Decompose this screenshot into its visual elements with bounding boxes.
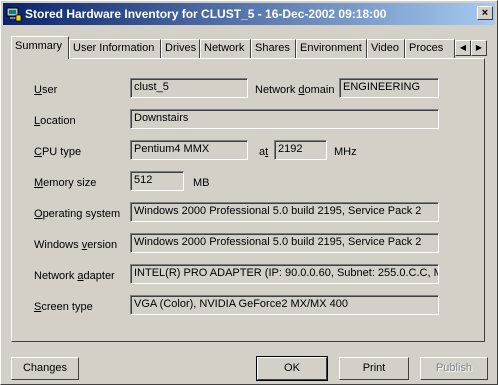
user-field[interactable]: clust_5 <box>130 78 248 98</box>
screen-type-label: Screen type <box>34 301 93 313</box>
changes-button[interactable]: Changes <box>11 357 79 380</box>
tab-video[interactable]: Video <box>367 39 405 58</box>
location-label: Location <box>34 115 76 127</box>
tab-strip: Summary User Information Drives Network … <box>11 34 489 59</box>
cpu-type-field[interactable]: Pentium4 MMX <box>130 140 248 160</box>
windows-version-label: Windows version <box>34 239 118 251</box>
tab-network[interactable]: Network <box>200 39 251 58</box>
tab-processor[interactable]: Proces <box>405 39 455 58</box>
screen-type-field[interactable]: VGA (Color), NVIDIA GeForce2 MX/MX 400 <box>130 295 439 315</box>
tab-environment[interactable]: Environment <box>296 39 367 58</box>
cpu-type-label: CPU type <box>34 146 82 158</box>
tab-drives[interactable]: Drives <box>161 39 200 58</box>
memory-size-label: Memory size <box>34 177 97 189</box>
inventory-window: Stored Hardware Inventory for CLUST_5 - … <box>0 0 498 385</box>
network-adapter-field[interactable]: INTEL(R) PRO ADAPTER (IP: 90.0.0.60, Sub… <box>130 264 439 284</box>
operating-system-label: Operating system <box>34 208 121 220</box>
title-bar[interactable]: Stored Hardware Inventory for CLUST_5 - … <box>3 3 495 25</box>
ok-button[interactable]: OK <box>256 356 328 381</box>
window-title: Stored Hardware Inventory for CLUST_5 - … <box>25 7 387 21</box>
user-label: User <box>34 84 58 96</box>
tab-scroll-right-button[interactable]: ▶ <box>471 40 487 56</box>
close-button[interactable]: × <box>477 6 493 20</box>
cpu-unit-label: MHz <box>334 146 357 158</box>
tab-summary[interactable]: Summary <box>11 36 69 59</box>
network-domain-label: Network domain <box>255 84 335 96</box>
computer-icon <box>6 7 22 22</box>
tab-scroll-left-button[interactable]: ◀ <box>455 40 471 56</box>
operating-system-field[interactable]: Windows 2000 Professional 5.0 build 2195… <box>130 202 439 222</box>
memory-unit-label: MB <box>193 177 210 189</box>
print-button[interactable]: Print <box>339 357 409 380</box>
tab-user-information[interactable]: User Information <box>69 39 161 58</box>
cpu-at-label: at <box>259 146 269 158</box>
location-field[interactable]: Downstairs <box>130 109 439 129</box>
memory-size-field[interactable]: 512 <box>130 171 184 191</box>
network-adapter-label: Network adapter <box>34 270 115 282</box>
windows-version-field[interactable]: Windows 2000 Professional 5.0 build 2195… <box>130 233 439 253</box>
publish-button[interactable]: Publish <box>420 357 488 380</box>
cpu-speed-field[interactable]: 2192 <box>274 140 327 160</box>
network-domain-field[interactable]: ENGINEERING <box>339 78 439 98</box>
tab-shares[interactable]: Shares <box>251 39 296 58</box>
